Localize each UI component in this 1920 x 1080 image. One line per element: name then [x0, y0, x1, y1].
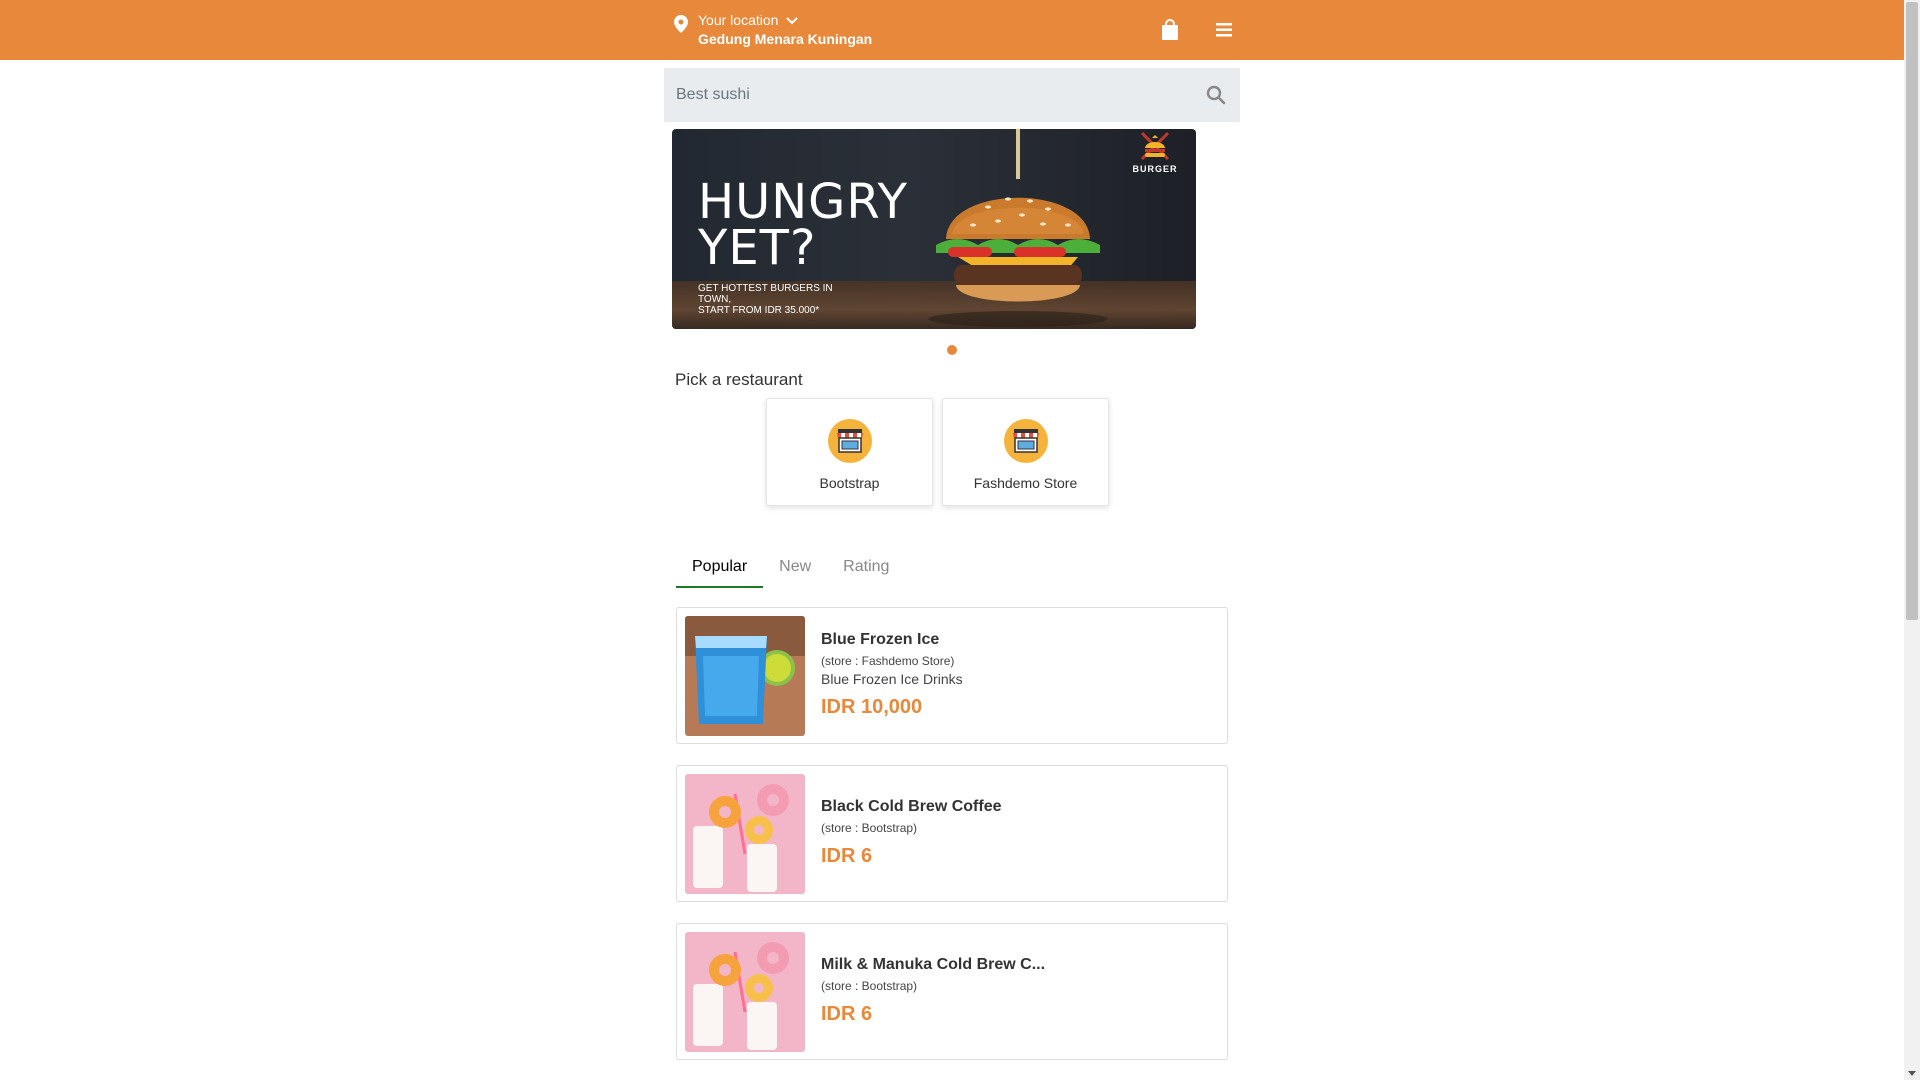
chevron-down-icon[interactable]	[786, 10, 799, 30]
product-name: Black Cold Brew Coffee	[821, 797, 1002, 815]
product-card[interactable]: Black Cold Brew Coffee (store : Bootstra…	[676, 765, 1228, 902]
product-name: Blue Frozen Ice	[821, 630, 940, 648]
scroll-down-arrow-icon[interactable]	[1908, 1071, 1916, 1076]
storefront-icon	[1003, 419, 1048, 463]
section-title-restaurants: Pick a restaurant	[675, 370, 803, 389]
burger-logo-icon	[1140, 131, 1170, 161]
product-list: Blue Frozen Ice (store : Fashdemo Store)…	[676, 607, 1228, 1080]
carousel-indicator[interactable]	[947, 345, 957, 355]
product-info: Milk & Manuka Cold Brew C... (store : Bo…	[821, 955, 1045, 1029]
product-info: Blue Frozen Ice (store : Fashdemo Store)…	[821, 630, 963, 722]
search-input[interactable]	[676, 86, 1204, 104]
map-pin-icon	[674, 15, 688, 38]
product-price: IDR 6	[821, 1002, 873, 1025]
burger-image	[928, 129, 1108, 327]
promo-banner[interactable]: HUNGRY YET? GET HOTTEST BURGERS IN TOWN, S…	[672, 129, 1196, 329]
product-info: Black Cold Brew Coffee (store : Bootstra…	[821, 797, 1001, 871]
restaurant-name: Bootstrap	[819, 475, 880, 491]
top-header: Your location Gedung Menara Kuningan	[0, 0, 1904, 60]
restaurant-card[interactable]: Fashdemo Store	[942, 398, 1109, 506]
product-image-donut-milk	[685, 773, 805, 894]
tab-new[interactable]: New	[763, 548, 827, 588]
product-store: (store : Bootstrap)	[821, 978, 918, 993]
location-text: Your location Gedung Menara Kuningan	[698, 10, 872, 48]
product-store: (store : Bootstrap)	[821, 820, 918, 835]
product-description: Blue Frozen Ice Drinks	[821, 670, 963, 687]
vertical-scrollbar[interactable]	[1904, 0, 1920, 1080]
search-icon[interactable]	[1204, 83, 1228, 107]
tab-popular[interactable]: Popular	[676, 548, 764, 588]
burger-brand-logo: BURGER	[1130, 131, 1180, 174]
restaurant-name: Fashdemo Store	[973, 475, 1078, 491]
product-price: IDR 6	[821, 844, 873, 867]
product-image-blue-drink	[685, 615, 805, 736]
product-image-donut-milk	[685, 931, 805, 1052]
hamburger-menu-icon[interactable]	[1210, 16, 1238, 44]
location-selector[interactable]: Your location Gedung Menara Kuningan	[674, 10, 872, 50]
product-price: IDR 10,000	[821, 695, 923, 718]
restaurant-list: Bootstrap Fashdemo Store	[766, 398, 1109, 506]
header-actions	[1156, 16, 1238, 44]
product-tabs: Popular New Rating	[676, 548, 905, 588]
banner-headline: HUNGRY YET?	[698, 174, 908, 276]
location-value: Gedung Menara Kuningan	[698, 31, 873, 47]
location-label: Your location	[698, 12, 779, 28]
scrollbar-thumb[interactable]	[1906, 2, 1918, 620]
product-card[interactable]: Milk & Manuka Cold Brew C... (store : Bo…	[676, 923, 1228, 1060]
restaurant-card[interactable]: Bootstrap	[766, 398, 933, 506]
search-bar	[664, 68, 1240, 122]
product-card[interactable]: Blue Frozen Ice (store : Fashdemo Store)…	[676, 607, 1228, 744]
tab-rating[interactable]: Rating	[827, 548, 905, 588]
storefront-icon	[827, 419, 872, 463]
banner-subtext: GET HOTTEST BURGERS IN TOWN, START FROM I…	[698, 283, 833, 316]
product-store: (store : Fashdemo Store)	[821, 653, 955, 668]
product-name: Milk & Manuka Cold Brew C...	[821, 955, 1046, 973]
shopping-bag-icon[interactable]	[1156, 16, 1184, 44]
